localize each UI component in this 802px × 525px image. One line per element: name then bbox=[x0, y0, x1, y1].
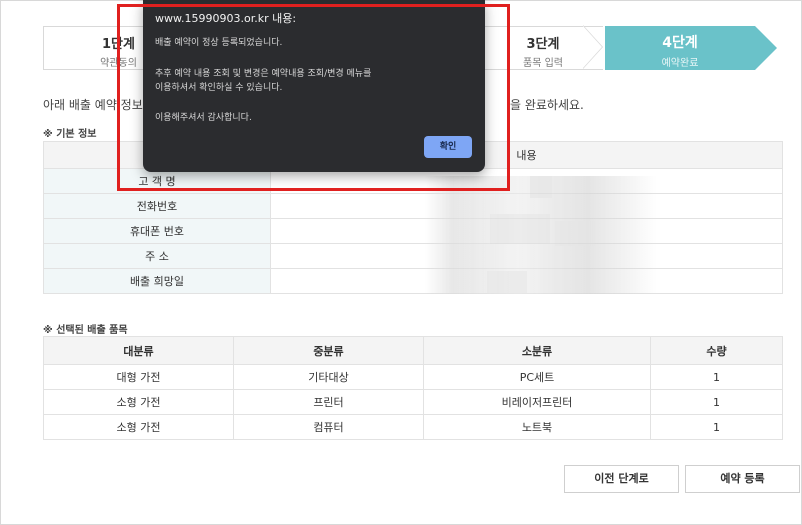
register-reservation-button[interactable]: 예약 등록 bbox=[685, 465, 800, 493]
cell-major: 소형 가전 bbox=[43, 389, 234, 415]
table-row: 소형 가전 컴퓨터 노트북 1 bbox=[43, 414, 783, 440]
info-label-date: 배출 희망일 bbox=[43, 268, 271, 294]
chevron-right-icon bbox=[755, 26, 777, 70]
cell-qty: 1 bbox=[650, 414, 783, 440]
table-row: 주 소 bbox=[43, 243, 783, 269]
previous-step-button[interactable]: 이전 단계로 bbox=[564, 465, 679, 493]
step-4-label: 예약완료 bbox=[661, 58, 699, 69]
table-row: 대형 가전 기타대상 PC세트 1 bbox=[43, 364, 783, 390]
cell-qty: 1 bbox=[650, 389, 783, 415]
section-title-items: ※ 선택된 배출 품목 bbox=[43, 325, 128, 336]
cell-qty: 1 bbox=[650, 364, 783, 390]
cell-minor: 비레이저프린터 bbox=[423, 389, 651, 415]
cell-major: 소형 가전 bbox=[43, 414, 234, 440]
section-title-basic: ※ 기본 정보 bbox=[43, 129, 97, 140]
table-row: 배출 희망일 bbox=[43, 268, 783, 294]
items-header-qty: 수량 bbox=[650, 336, 783, 365]
step-4-active: 4단계 예약완료 bbox=[605, 26, 755, 70]
cell-minor: 노트북 bbox=[423, 414, 651, 440]
table-row: 전화번호 bbox=[43, 193, 783, 219]
info-label-phone: 전화번호 bbox=[43, 193, 271, 219]
highlight-box bbox=[117, 4, 510, 191]
table-row: 소형 가전 프린터 비레이저프린터 1 bbox=[43, 389, 783, 415]
info-label-address: 주 소 bbox=[43, 243, 271, 269]
cell-middle: 프린터 bbox=[233, 389, 424, 415]
items-header-major: 대분류 bbox=[43, 336, 234, 365]
cell-middle: 컴퓨터 bbox=[233, 414, 424, 440]
items-header-middle: 중분류 bbox=[233, 336, 424, 365]
cell-middle: 기타대상 bbox=[233, 364, 424, 390]
step-4-number: 4단계 bbox=[662, 35, 698, 51]
info-label-mobile: 휴대폰 번호 bbox=[43, 218, 271, 244]
intro-tail: 을 완료하세요. bbox=[510, 98, 584, 112]
items-table: 대분류 중분류 소분류 수량 대형 가전 기타대상 PC세트 1 소형 가전 프… bbox=[43, 336, 783, 440]
cell-minor: PC세트 bbox=[423, 364, 651, 390]
redacted-personal-info bbox=[425, 176, 657, 294]
items-header-minor: 소분류 bbox=[423, 336, 651, 365]
cell-major: 대형 가전 bbox=[43, 364, 234, 390]
table-row: 휴대폰 번호 bbox=[43, 218, 783, 244]
